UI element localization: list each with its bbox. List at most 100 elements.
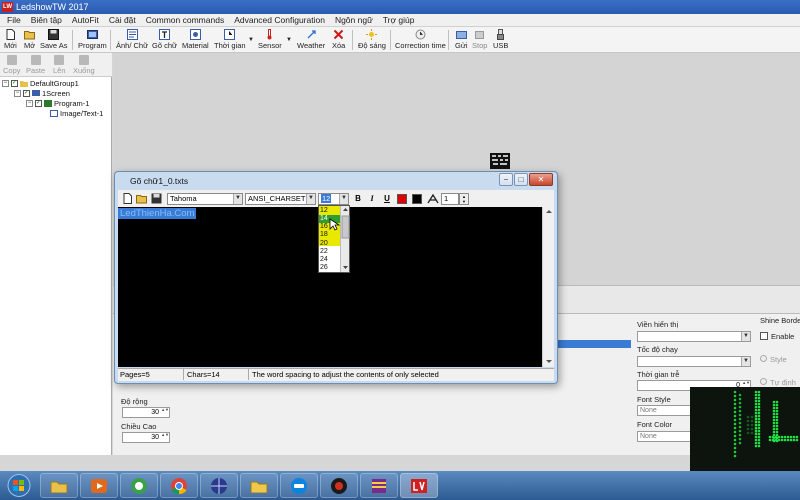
send-icon: [455, 29, 467, 40]
spacing-input[interactable]: 1: [441, 193, 459, 205]
delete-button[interactable]: Xóa: [332, 29, 345, 51]
taskbar-app-icon[interactable]: [120, 473, 158, 498]
weather-button[interactable]: Weather: [297, 29, 325, 51]
menu-file[interactable]: File: [2, 15, 26, 25]
editor-scrollbar[interactable]: [542, 207, 554, 367]
collapse-icon[interactable]: −: [14, 90, 21, 97]
sensor-dropdown-arrow[interactable]: ▼: [286, 29, 292, 51]
led-dot: [757, 438, 761, 442]
bold-button[interactable]: B: [352, 193, 364, 205]
charset-select[interactable]: ANSI_CHARSET ▼: [245, 193, 316, 205]
new-button[interactable]: Mới: [4, 29, 17, 51]
send-button[interactable]: Gửi: [455, 29, 468, 51]
led-dot: [738, 433, 742, 437]
size-option[interactable]: 22: [319, 248, 340, 256]
tree-toolbar: Copy Paste Lên Xuống: [0, 53, 112, 77]
enable-label: Enable: [771, 332, 795, 341]
led-dot: [733, 430, 737, 434]
move-up-button[interactable]: Lên: [53, 55, 66, 75]
led-dot: [754, 405, 758, 409]
taskbar-zalo-icon[interactable]: [280, 473, 318, 498]
open-document-button[interactable]: [136, 193, 147, 204]
taskbar-winrar-icon[interactable]: [360, 473, 398, 498]
toolbar-separator: [352, 30, 353, 50]
led-dot: [757, 417, 761, 421]
font-family-select[interactable]: Tahoma ▼: [167, 193, 243, 205]
menu-help[interactable]: Trợ giúp: [378, 15, 420, 25]
type-text-button[interactable]: Gõ chữ: [152, 29, 177, 51]
text-color-button[interactable]: [397, 194, 407, 204]
tree-item-group[interactable]: − ✓ DefaultGroup1: [2, 79, 79, 88]
editor-selected-text[interactable]: LedThienHa.Com: [118, 208, 197, 219]
collapse-icon[interactable]: −: [26, 100, 33, 107]
checkbox-checked-icon[interactable]: ✓: [35, 100, 42, 107]
time-button[interactable]: Thời gian: [214, 29, 246, 51]
led-dot: [772, 409, 776, 413]
text-spacing-button[interactable]: [427, 193, 439, 205]
taskbar-globe-icon[interactable]: [200, 473, 238, 498]
tree-item-program[interactable]: − ✓ Program-1: [26, 99, 89, 108]
save-document-button[interactable]: [151, 193, 162, 204]
size-option[interactable]: 24: [319, 256, 340, 264]
height-stepper[interactable]: 30: [122, 432, 170, 443]
taskbar-explorer-icon[interactable]: [40, 473, 78, 498]
size-option[interactable]: 26: [319, 264, 340, 272]
tree-item-image-text[interactable]: Image/Text-1: [50, 109, 103, 118]
size-option[interactable]: 12: [319, 207, 340, 215]
led-dot: [772, 430, 776, 434]
enable-checkbox[interactable]: [760, 332, 768, 340]
stop-button[interactable]: Stop: [472, 29, 487, 51]
menu-edit[interactable]: Biên tập: [26, 15, 67, 25]
menu-common-commands[interactable]: Common commands: [141, 15, 229, 25]
maximize-button[interactable]: □: [514, 173, 528, 186]
style-radio[interactable]: [760, 355, 767, 362]
usb-button[interactable]: USB: [493, 29, 508, 51]
image-text-button[interactable]: Ảnh/ Chữ: [116, 29, 148, 51]
size-option[interactable]: 18: [319, 231, 340, 239]
new-document-button[interactable]: [122, 193, 133, 204]
dropdown-scrollbar[interactable]: [340, 206, 350, 272]
clock-icon: [224, 29, 236, 40]
chevron-down-icon: ▼: [286, 37, 292, 43]
selected-row-highlight: [553, 340, 631, 348]
tree-item-screen[interactable]: − ✓ 1Screen: [14, 89, 70, 98]
save-as-button[interactable]: Save As: [40, 29, 68, 51]
width-stepper[interactable]: 30: [122, 407, 170, 418]
italic-button[interactable]: I: [366, 193, 378, 205]
taskbar-ledshow-icon[interactable]: [400, 473, 438, 498]
spacing-stepper[interactable]: ▲ ▼: [459, 193, 469, 205]
underline-button[interactable]: U: [381, 193, 393, 205]
start-button[interactable]: [2, 472, 36, 499]
menu-autofit[interactable]: AutoFit: [67, 15, 104, 25]
minimize-button[interactable]: −: [499, 173, 513, 186]
taskbar-chrome-icon[interactable]: [160, 473, 198, 498]
led-screen-thumbnail[interactable]: [490, 153, 510, 169]
taskbar-media-icon[interactable]: [320, 473, 358, 498]
sensor-button[interactable]: Sensor: [258, 29, 282, 51]
brightness-button[interactable]: Độ sáng: [358, 29, 386, 51]
menu-language[interactable]: Ngôn ngữ: [330, 15, 378, 25]
close-button[interactable]: ✕: [529, 173, 553, 186]
move-down-button[interactable]: Xuống: [73, 55, 95, 75]
speed-select[interactable]: ▼: [637, 356, 751, 367]
menu-settings[interactable]: Cài đặt: [104, 15, 141, 25]
background-color-button[interactable]: [412, 194, 422, 204]
taskbar-media-player-icon[interactable]: [80, 473, 118, 498]
checkbox-checked-icon[interactable]: ✓: [23, 90, 30, 97]
size-option[interactable]: 20: [319, 240, 340, 248]
program-button[interactable]: Program: [78, 29, 107, 51]
led-dot: [757, 429, 761, 433]
open-button[interactable]: Mở: [24, 29, 35, 51]
collapse-icon[interactable]: −: [2, 80, 9, 87]
copy-button[interactable]: Copy: [3, 55, 21, 75]
material-button[interactable]: Material: [182, 29, 209, 51]
correction-time-button[interactable]: Correction time: [395, 29, 446, 51]
display-border-select[interactable]: ▼: [637, 331, 751, 342]
effect-radio[interactable]: [760, 378, 767, 385]
taskbar-folder-icon[interactable]: [240, 473, 278, 498]
font-size-select[interactable]: 12 ▼: [318, 193, 349, 205]
paste-button[interactable]: Paste: [26, 55, 45, 75]
menu-advanced-configuration[interactable]: Advanced Configuration: [229, 15, 330, 25]
checkbox-checked-icon[interactable]: ✓: [11, 80, 18, 87]
time-dropdown-arrow[interactable]: ▼: [248, 29, 254, 51]
